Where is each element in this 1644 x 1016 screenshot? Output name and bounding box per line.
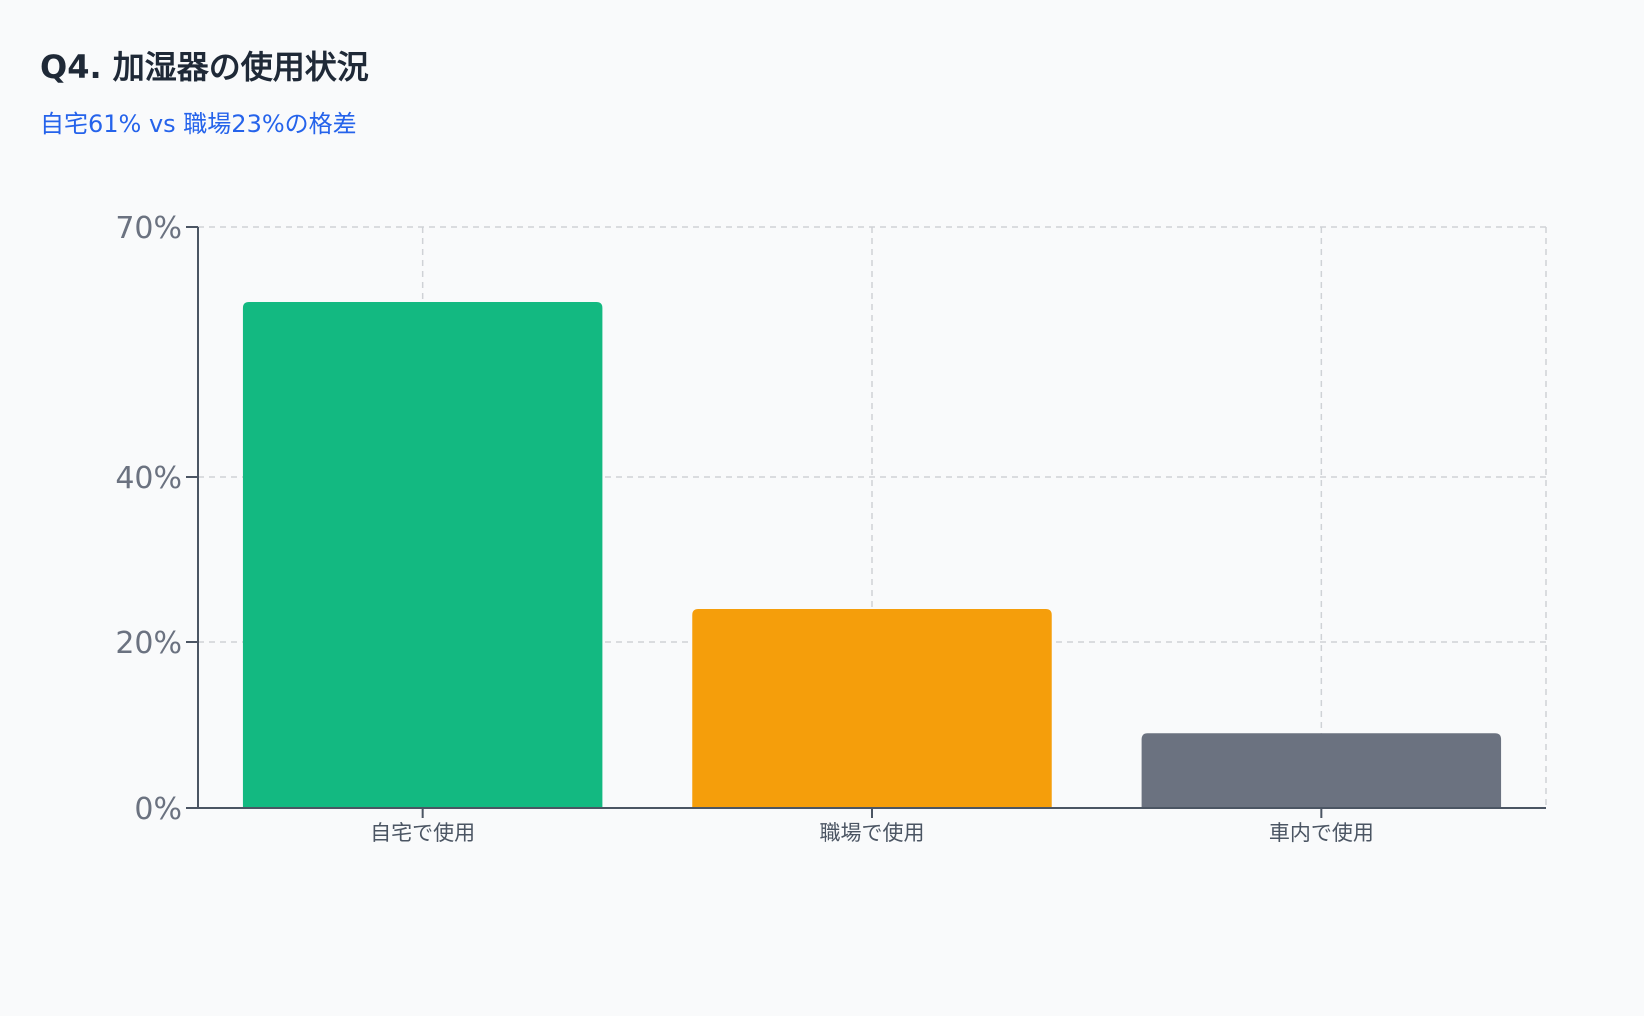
x-tick-label-1: 職場で使用	[820, 821, 925, 845]
y-tick-label-3: 70%	[115, 211, 182, 246]
x-tick-label-2: 車内で使用	[1269, 821, 1374, 845]
y-tick-label-2: 40%	[115, 461, 182, 496]
y-tick-label-0: 0%	[134, 792, 182, 827]
bar-2	[1141, 733, 1502, 808]
x-tick-label-0: 自宅で使用	[370, 821, 475, 845]
bar-chart: 0% 20% 40% 70% 自宅で使用 職場で使用 車内で使用	[115, 211, 1547, 845]
bar-1	[692, 609, 1052, 808]
y-tick-label-1: 20%	[115, 626, 182, 661]
bar-0	[242, 302, 603, 808]
chart-page: Q4. 加湿器の使用状況 自宅61% vs 職場23%の格差 0% 20% 40% 7…	[0, 0, 1644, 1016]
